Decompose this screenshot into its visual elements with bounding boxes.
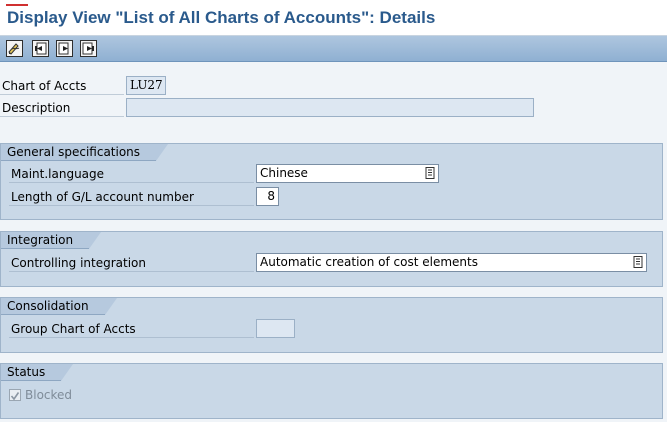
title-bar: Display View "List of All Charts of Acco…: [0, 0, 667, 36]
last-entry-icon: [82, 42, 94, 55]
controlling-integration-value: Automatic creation of cost elements: [260, 255, 478, 269]
chart-of-accts-label: Chart of Accts: [0, 77, 124, 95]
blocked-label: Blocked: [25, 388, 73, 402]
integration-title: Integration: [1, 232, 102, 249]
checkmark-icon: [10, 392, 20, 401]
general-specifications-title: General specifications: [1, 144, 169, 161]
next-entry-button[interactable]: [56, 40, 73, 57]
description-field[interactable]: [126, 98, 534, 117]
consolidation-group: Consolidation Group Chart of Accts: [0, 297, 663, 353]
page-title: Display View "List of All Charts of Acco…: [7, 8, 436, 27]
controlling-integration-dropdown[interactable]: Automatic creation of cost elements: [256, 253, 647, 272]
maint-language-dropdown[interactable]: Chinese: [256, 164, 439, 183]
first-entry-icon: [35, 42, 47, 55]
edit-toggle-icon: [8, 43, 20, 55]
general-specifications-group: General specifications Maint.language Ch…: [0, 143, 663, 220]
first-entry-button[interactable]: [32, 40, 49, 57]
integration-group: Integration Controlling integration Auto…: [0, 231, 663, 287]
blocked-checkbox[interactable]: [9, 389, 21, 401]
next-entry-icon: [58, 42, 69, 55]
title-mark: [6, 4, 28, 6]
group-chart-label: Group Chart of Accts: [9, 320, 254, 338]
controlling-integration-label: Controlling integration: [9, 254, 254, 272]
description-label: Description: [0, 99, 124, 117]
dropdown-list-icon: [425, 167, 435, 179]
last-entry-button[interactable]: [80, 40, 97, 57]
dropdown-list-icon: [633, 256, 643, 268]
chart-of-accts-field[interactable]: LU27: [126, 76, 166, 95]
main-area: Chart of Accts LU27 Description General …: [0, 62, 667, 422]
status-title: Status: [1, 364, 74, 381]
status-group: Status Blocked: [0, 363, 663, 419]
maint-language-label: Maint.language: [9, 165, 254, 183]
edit-toggle-button[interactable]: [6, 40, 23, 57]
consolidation-title: Consolidation: [1, 298, 117, 315]
gl-length-field[interactable]: 8: [256, 187, 279, 206]
gl-length-label: Length of G/L account number: [9, 188, 254, 206]
maint-language-value: Chinese: [260, 166, 308, 180]
application-toolbar: [0, 36, 667, 62]
group-chart-field[interactable]: [256, 319, 295, 338]
